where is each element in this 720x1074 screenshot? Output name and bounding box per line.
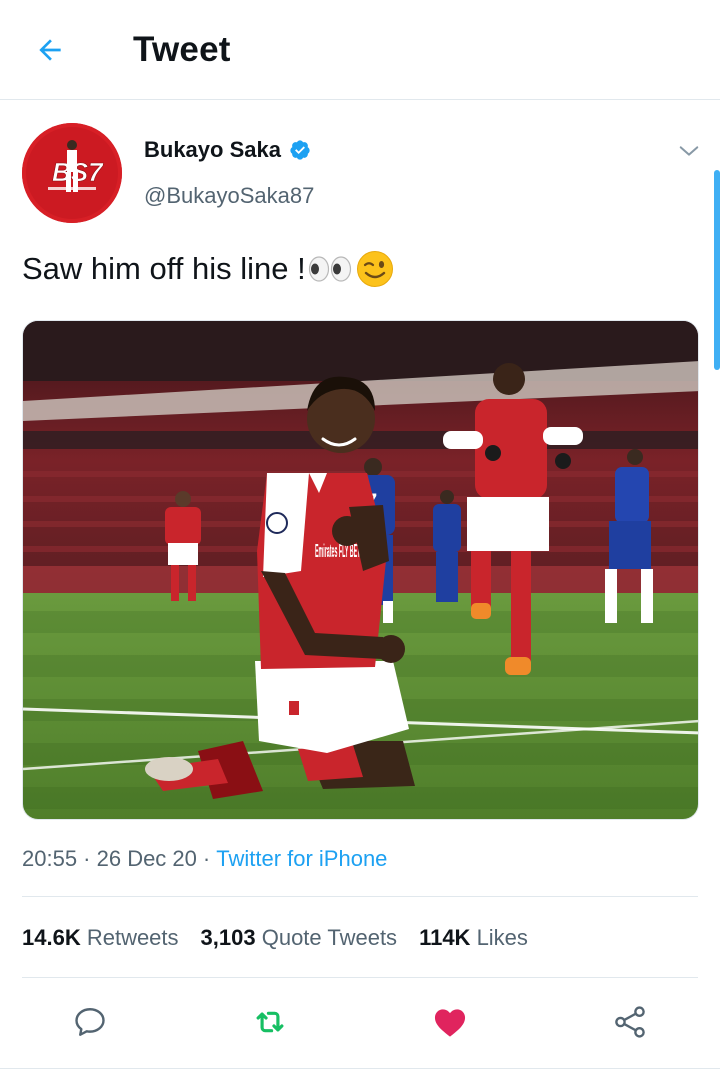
action-bar bbox=[0, 1000, 720, 1045]
wink-emoji-icon bbox=[356, 250, 394, 288]
heart-icon bbox=[434, 1009, 466, 1037]
retweets-label: Retweets bbox=[86, 925, 179, 950]
tweet-meta: 20:55 · 26 Dec 20 · Twitter for iPhone bbox=[22, 846, 387, 872]
more-options-button[interactable] bbox=[676, 138, 702, 164]
meta-separator: · bbox=[202, 846, 211, 871]
avatar-logo-text: BS7 bbox=[52, 157, 104, 187]
avatar[interactable]: BS7 bbox=[22, 123, 122, 223]
reply-button[interactable] bbox=[70, 1002, 110, 1042]
retweets-count: 14.6K bbox=[22, 925, 87, 950]
share-button[interactable] bbox=[610, 1002, 650, 1042]
author-name[interactable]: Bukayo Saka bbox=[144, 137, 281, 163]
author-name-row[interactable]: Bukayo Saka bbox=[144, 137, 311, 163]
tweet-text: Saw him off his line ! bbox=[22, 250, 394, 288]
reply-icon bbox=[75, 1008, 105, 1036]
retweets-stat[interactable]: 14.6K Retweets bbox=[22, 925, 179, 951]
tweet-stats: 14.6K Retweets 3,103 Quote Tweets 114K L… bbox=[22, 925, 550, 951]
quote-tweets-count: 3,103 bbox=[200, 925, 262, 950]
tweet-source-link[interactable]: Twitter for iPhone bbox=[216, 846, 387, 872]
tweet-timestamp[interactable]: 20:55 · 26 Dec 20 bbox=[22, 846, 197, 872]
like-button[interactable] bbox=[430, 1002, 470, 1042]
tweet-body: Saw him off his line ! bbox=[22, 251, 306, 286]
scrollbar[interactable] bbox=[714, 170, 720, 370]
likes-stat[interactable]: 114K Likes bbox=[419, 925, 528, 951]
quote-tweets-label: Quote Tweets bbox=[261, 925, 398, 950]
top-bar: Tweet bbox=[0, 0, 720, 100]
tweet-photo[interactable]: 7 bbox=[22, 320, 699, 820]
retweet-icon bbox=[256, 1011, 284, 1033]
author-handle[interactable]: @BukayoSaka87 bbox=[144, 183, 314, 209]
back-button[interactable] bbox=[30, 30, 70, 70]
bottom-divider bbox=[0, 1068, 720, 1069]
verified-badge-icon bbox=[289, 139, 311, 161]
divider bbox=[22, 896, 698, 897]
eyes-emoji-icon bbox=[308, 254, 352, 284]
quote-tweets-stat[interactable]: 3,103 Quote Tweets bbox=[201, 925, 398, 951]
share-icon bbox=[615, 1006, 645, 1038]
divider bbox=[22, 977, 698, 978]
chevron-down-icon bbox=[679, 146, 699, 156]
likes-label: Likes bbox=[476, 925, 528, 950]
page-title: Tweet bbox=[133, 30, 231, 69]
arrow-left-icon bbox=[39, 39, 61, 61]
likes-count: 114K bbox=[419, 925, 477, 950]
retweet-button[interactable] bbox=[250, 1002, 290, 1042]
